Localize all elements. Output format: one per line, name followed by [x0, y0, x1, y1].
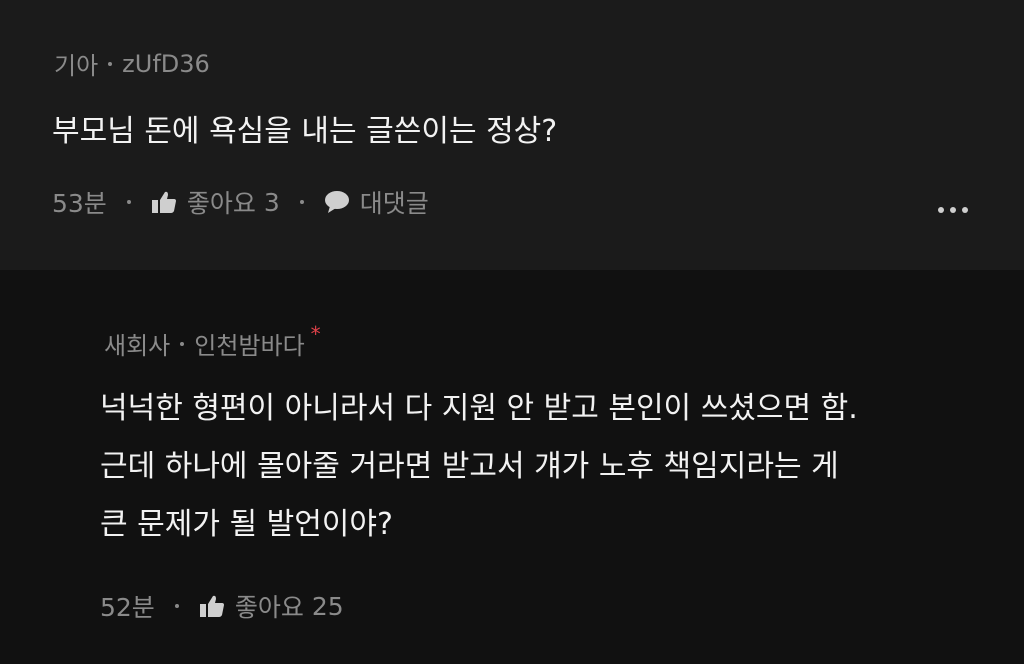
more-dot: [950, 207, 956, 213]
reply-text: 넉넉한 형편이 아니라서 다 지원 안 받고 본인이 쓰셨으면 함. 근데 하나…: [100, 380, 980, 554]
post-category[interactable]: 기아: [54, 46, 98, 81]
reply-label: 대댓글: [359, 189, 429, 218]
reply-text-line: 근데 하나에 몰아줄 거라면 받고서 걔가 노후 책임지라는 게: [100, 449, 839, 484]
post-meta: 기아 zUfD36: [54, 46, 210, 81]
reply-like-button[interactable]: 좋아요 25: [199, 588, 344, 624]
more-dot: [962, 207, 968, 213]
post-title[interactable]: 부모님 돈에 욕심을 내는 글쓴이는 정상?: [52, 106, 557, 150]
thumbs-up-icon: [151, 190, 177, 214]
like-label: 좋아요: [234, 593, 304, 622]
separator-dot: [299, 200, 304, 204]
reply-category[interactable]: 새회사: [104, 326, 170, 361]
reply-card: 새회사 인천밤바다 * 넉넉한 형편이 아니라서 다 지원 안 받고 본인이 쓰…: [0, 270, 1024, 664]
reply-button[interactable]: 대댓글: [324, 184, 429, 220]
reply-text-line: 큰 문제가 될 발언이야?: [100, 507, 393, 542]
separator-dot: [108, 61, 113, 66]
reply-time: 52분: [100, 593, 155, 622]
thumbs-up-icon: [199, 594, 225, 618]
more-horizontal-icon: [938, 207, 944, 213]
speech-bubble-icon: [324, 190, 350, 214]
post-actions: 53분 좋아요 3 대댓글: [52, 184, 429, 220]
like-count: 3: [263, 187, 280, 217]
reply-meta: 새회사 인천밤바다 *: [104, 322, 321, 361]
reply-author[interactable]: 인천밤바다: [194, 326, 304, 361]
like-label: 좋아요: [186, 189, 256, 218]
more-options-button[interactable]: [938, 207, 968, 213]
post-time: 53분: [52, 189, 107, 218]
reply-actions: 52분 좋아요 25: [100, 588, 344, 624]
post-card: 기아 zUfD36 부모님 돈에 욕심을 내는 글쓴이는 정상? 53분 좋아요…: [0, 0, 1024, 270]
author-mark: *: [310, 321, 321, 346]
separator-dot: [180, 341, 185, 346]
like-button[interactable]: 좋아요 3: [151, 184, 280, 220]
separator-dot: [126, 200, 131, 204]
reply-text-line: 넉넉한 형편이 아니라서 다 지원 안 받고 본인이 쓰셨으면 함.: [100, 391, 858, 426]
like-count: 25: [311, 591, 344, 621]
separator-dot: [174, 604, 179, 608]
post-author[interactable]: zUfD36: [122, 50, 210, 78]
